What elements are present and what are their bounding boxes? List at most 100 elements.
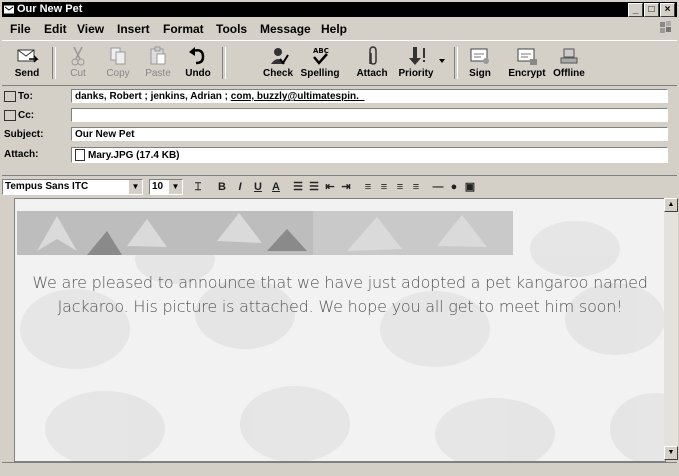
to-recipient-unresolved[interactable]: com, buzzly@ultimatespin._ [231,91,365,102]
hyperlink-icon[interactable]: ● [447,180,461,194]
encrypt-button[interactable]: Encrypt [507,43,547,83]
font-size-select[interactable]: 10 ▼ [149,179,183,195]
chevron-down-icon: ▼ [168,180,182,194]
to-recipients: danks, Robert ; jenkins, Adrian ; [75,91,231,102]
formatting-bar: Tempus Sans ITC ▼ 10 ▼ ⌶ B I U A ☰ ☰ ⇤ ⇥… [2,175,677,198]
check-names-button[interactable]: Check [258,43,298,83]
copy-label: Copy [106,68,130,79]
font-select[interactable]: Tempus Sans ITC ▼ [2,179,143,195]
offline-icon [560,48,578,64]
minimize-button[interactable]: _ [628,3,643,17]
spelling-icon: ABC [313,47,329,65]
undo-label: Undo [185,68,211,79]
justify-icon[interactable]: ≡ [409,180,423,194]
subject-field[interactable]: Our New Pet [71,127,668,141]
priority-button[interactable]: Priority [396,43,436,83]
toolbar: Send Cut Copy Paste Undo Check ABC Spell… [2,40,677,86]
attach-button[interactable]: Attach [352,43,392,83]
cc-label-group[interactable]: Cc: [4,110,34,121]
sign-icon [470,48,489,64]
compose-window: Our New Pet _ □ × File Edit View Insert … [0,0,679,476]
window-title: Our New Pet [17,3,83,15]
paperclip-icon [369,46,377,65]
insert-picture-icon[interactable]: ▣ [463,180,477,194]
chevron-down-icon [439,59,445,63]
align-center-icon[interactable]: ≡ [377,180,391,194]
sign-button[interactable]: Sign [460,43,500,83]
chevron-down-icon: ▼ [128,180,142,194]
to-field[interactable]: danks, Robert ; jenkins, Adrian ; com, b… [71,89,668,103]
numbered-list-icon[interactable]: ☰ [291,180,305,194]
address-book-icon [4,110,16,121]
cc-label: Cc: [18,110,35,122]
paragraph-style-icon[interactable]: ⌶ [191,180,205,194]
paste-icon [150,46,166,65]
undo-icon [189,47,205,65]
menu-view[interactable]: View [77,22,104,36]
vertical-scrollbar[interactable]: ▲ ▼ [664,198,678,460]
message-body-editor[interactable]: We are pleased to announce that we have … [14,198,666,462]
increase-indent-icon[interactable]: ⇥ [339,180,353,194]
subject-label: Subject: [4,129,44,140]
windows-logo-icon [660,21,671,33]
font-select-value: Tempus Sans ITC [5,181,89,192]
title-bar: Our New Pet _ □ × [2,2,677,17]
status-bar [2,462,677,476]
check-names-icon [271,48,289,65]
jpg-file-icon [75,149,85,162]
menu-tools[interactable]: Tools [216,22,247,36]
attachment-name[interactable]: Mary.JPG (17.4 KB) [88,150,180,161]
offline-label: Offline [553,68,585,79]
offline-button[interactable]: Offline [549,43,589,83]
send-icon [17,49,39,63]
send-button[interactable]: Send [7,43,47,83]
menu-help[interactable]: Help [321,22,347,36]
copy-icon [110,47,126,65]
cc-field[interactable] [71,108,668,122]
bulleted-list-icon[interactable]: ☰ [307,180,321,194]
scroll-up-arrow-icon[interactable]: ▲ [664,198,678,212]
attach-field[interactable]: Mary.JPG (17.4 KB) [71,147,668,163]
decrease-indent-icon[interactable]: ⇤ [323,180,337,194]
align-left-icon[interactable]: ≡ [361,180,375,194]
horizontal-line-icon[interactable]: — [431,180,445,194]
send-label: Send [14,68,40,79]
attach-label: Attach [356,68,388,79]
check-label: Check [262,68,293,79]
italic-icon[interactable]: I [233,180,247,194]
maximize-button[interactable]: □ [644,3,659,17]
copy-button[interactable]: Copy [98,43,138,83]
to-label: To: [18,91,33,103]
menu-insert[interactable]: Insert [117,22,150,36]
autumn-leaves-banner [17,211,513,255]
menu-edit[interactable]: Edit [44,22,67,36]
paste-label: Paste [145,68,171,79]
close-button[interactable]: × [660,3,675,17]
font-color-icon[interactable]: A [269,180,283,194]
menu-message[interactable]: Message [260,22,311,36]
cut-button[interactable]: Cut [58,43,98,83]
spelling-label: Spelling [300,68,340,79]
menu-format[interactable]: Format [163,22,204,36]
underline-icon[interactable]: U [251,180,265,194]
scroll-down-arrow-icon[interactable]: ▼ [664,446,678,460]
menu-bar: File Edit View Insert Format Tools Messa… [2,19,677,39]
attach-label-field: Attach: [4,149,39,160]
paste-button[interactable]: Paste [138,43,178,83]
to-label-group[interactable]: To: [4,91,33,102]
bold-icon[interactable]: B [215,180,229,194]
envelope-app-icon [4,5,14,14]
address-book-icon [4,91,16,102]
menu-file[interactable]: File [10,22,31,36]
priority-icon [409,47,425,65]
align-right-icon[interactable]: ≡ [393,180,407,194]
cut-icon [71,46,85,66]
message-text: We are pleased to announce that we have … [32,273,648,316]
sign-label: Sign [469,68,491,79]
undo-button[interactable]: Undo [178,43,218,83]
cut-label: Cut [70,68,86,79]
spelling-button[interactable]: ABC Spelling [300,43,340,83]
priority-label: Priority [398,68,434,79]
priority-dropdown[interactable] [436,43,448,83]
encrypt-icon [517,48,537,65]
